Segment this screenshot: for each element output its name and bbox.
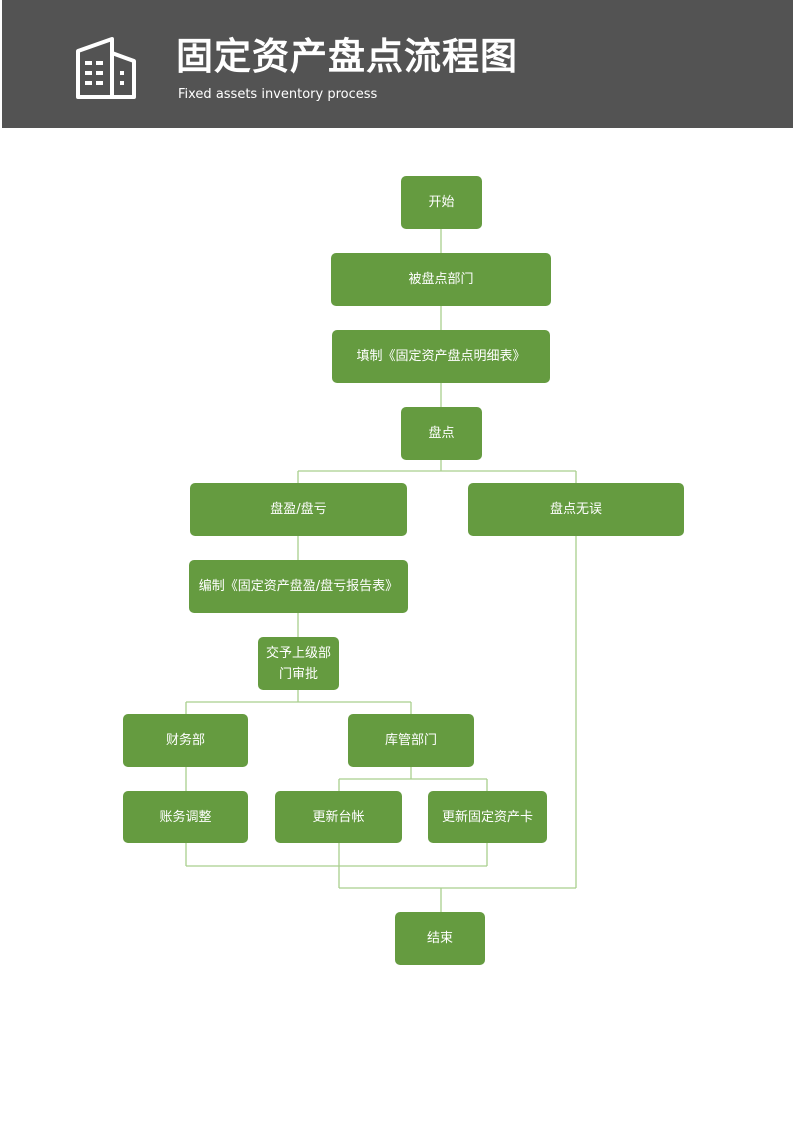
node-finance-dept-label: 财务部	[165, 733, 205, 748]
node-no-error-label: 盘点无误	[549, 502, 602, 517]
node-account-adjust-label: 账务调整	[159, 809, 212, 825]
flowchart: 开始 被盘点部门 填制《固定资产盘点明细表》 盘点 盘盈/盘亏 盘点无误 编制《…	[0, 0, 794, 1123]
node-update-asset-card[interactable]: 更新固定资产卡	[428, 791, 547, 843]
node-fill-detail-form-label: 填制《固定资产盘点明细表》	[356, 349, 526, 364]
node-finance-dept[interactable]: 财务部	[123, 714, 248, 767]
node-start-label: 开始	[428, 195, 455, 210]
node-no-error[interactable]: 盘点无误	[468, 483, 684, 536]
node-account-adjust[interactable]: 账务调整	[123, 791, 248, 843]
node-surplus-deficit[interactable]: 盘盈/盘亏	[190, 483, 407, 536]
node-submit-approval-label-line2: 门审批	[278, 666, 318, 682]
node-warehouse-dept[interactable]: 库管部门	[348, 714, 474, 767]
node-audited-dept[interactable]: 被盘点部门	[331, 253, 551, 306]
node-fill-detail-form[interactable]: 填制《固定资产盘点明细表》	[332, 330, 550, 383]
node-update-ledger-label: 更新台帐	[312, 809, 365, 825]
node-compile-report-label: 编制《固定资产盘盈/盘亏报告表》	[198, 579, 399, 594]
node-submit-approval[interactable]: 交予上级部 门审批	[258, 637, 339, 690]
node-submit-approval-label-line1: 交予上级部	[265, 645, 331, 661]
node-start[interactable]: 开始	[401, 176, 482, 229]
node-warehouse-dept-label: 库管部门	[384, 733, 437, 748]
node-surplus-deficit-label: 盘盈/盘亏	[270, 502, 327, 517]
node-audited-dept-label: 被盘点部门	[408, 272, 474, 287]
node-end-label: 结束	[426, 931, 453, 946]
node-inventory-label: 盘点	[428, 426, 455, 441]
node-inventory[interactable]: 盘点	[401, 407, 482, 460]
node-compile-report[interactable]: 编制《固定资产盘盈/盘亏报告表》	[189, 560, 408, 613]
node-update-asset-card-label: 更新固定资产卡	[441, 809, 533, 825]
node-update-ledger[interactable]: 更新台帐	[275, 791, 402, 843]
node-end[interactable]: 结束	[395, 912, 485, 965]
